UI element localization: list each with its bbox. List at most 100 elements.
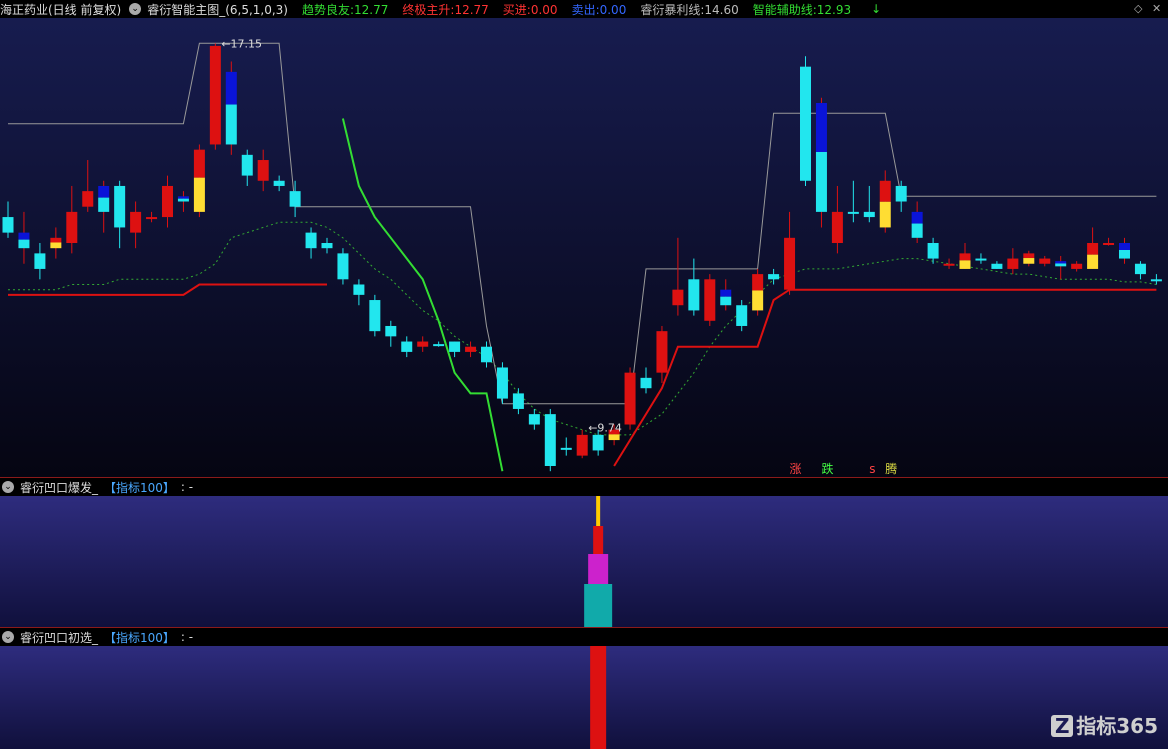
candle-body xyxy=(369,300,381,332)
candle-body xyxy=(257,160,269,181)
candle-body xyxy=(289,191,301,207)
sub1-param: 【指标100】 xyxy=(104,480,175,495)
candle-body xyxy=(433,344,445,347)
candle-body xyxy=(879,201,891,228)
candle-body xyxy=(688,279,700,311)
diamond-icon[interactable]: ◇ xyxy=(1134,2,1142,15)
candle-body xyxy=(592,434,604,451)
indicator-values: 趋势良友:12.77 终极主升:12.77 买进:0.00 卖出:0.00 睿衍暴利线:… xyxy=(302,1,865,18)
chevron-down-icon[interactable]: ⌄ xyxy=(2,631,14,643)
candle-body xyxy=(225,104,237,145)
candle-body xyxy=(2,217,14,233)
candle-body xyxy=(927,243,939,259)
candle-body xyxy=(624,372,636,425)
sub-indicator-1-chart xyxy=(0,496,1168,627)
candle-body xyxy=(1055,261,1067,264)
main-indicator-name[interactable]: 睿衍智能主图_(6,5,1,0,3) xyxy=(147,1,288,18)
candle-body xyxy=(720,289,732,297)
indicator-label: 买进: xyxy=(502,2,531,17)
candle-body xyxy=(273,180,285,186)
candle-body xyxy=(512,393,524,409)
candle-body xyxy=(1039,258,1051,264)
sub2-param: 【指标100】 xyxy=(104,630,175,645)
candle-body xyxy=(1119,243,1130,251)
candle-body xyxy=(895,185,907,202)
signal-label: 腾 xyxy=(885,461,897,476)
logo-text: 指标365 xyxy=(1076,714,1158,738)
indicator-label: 睿衍暴利线: xyxy=(640,2,705,17)
candle-body xyxy=(98,197,110,212)
candle-body xyxy=(353,284,365,295)
candle-body xyxy=(130,211,142,233)
candle-body xyxy=(449,341,461,352)
candle-body xyxy=(1023,253,1035,259)
title-bar: 海正药业(日线 前复权) ⌄ 睿衍智能主图_(6,5,1,0,3) 趋势良友:1… xyxy=(0,0,1168,18)
candle-body xyxy=(50,242,62,249)
candle-body xyxy=(720,296,732,306)
candle-body xyxy=(66,211,78,243)
candle-body xyxy=(146,217,158,220)
candle-body xyxy=(481,346,492,363)
indicator-value: 0.00 xyxy=(599,2,627,17)
candle-body xyxy=(177,198,189,202)
candle-body xyxy=(241,154,253,176)
candle-body xyxy=(465,346,477,352)
price-annotation: ←9.74 xyxy=(588,422,622,435)
candle-body xyxy=(417,341,429,347)
candle-body xyxy=(1023,258,1035,264)
stock-name: 海正药业(日线 前复权) xyxy=(0,2,122,17)
candle-body xyxy=(225,71,237,105)
candle-body xyxy=(98,185,110,198)
candle-body xyxy=(943,263,955,266)
candle-body xyxy=(879,180,891,202)
candle-body xyxy=(736,305,748,326)
indicator-bar xyxy=(588,554,609,584)
sub1-title[interactable]: 睿衍凹口爆发_ xyxy=(20,479,98,496)
candle-body xyxy=(656,331,668,373)
candle-body xyxy=(640,377,652,389)
candle-body xyxy=(672,289,684,306)
arrow-down-icon: ↓ xyxy=(871,2,882,16)
indicator-value: 12.77 xyxy=(354,2,389,17)
candle-body xyxy=(1087,254,1099,269)
close-icon[interactable]: ✕ xyxy=(1152,2,1161,15)
candle-body xyxy=(1055,263,1067,267)
candle-body xyxy=(177,196,189,199)
main-price-chart: ←17.15 ←9.74 涨 跌 s 腾 xyxy=(0,18,1168,477)
sub2-suffix: : - xyxy=(180,630,194,644)
candle-body xyxy=(831,211,843,243)
sub-indicator-2-chart xyxy=(0,646,1168,749)
sub1-title-bar: ⌄ 睿衍凹口爆发_ 【指标100】 : - xyxy=(0,478,1168,496)
price-annotation: ←17.15 xyxy=(221,37,262,50)
candle-body xyxy=(1071,263,1083,269)
candle-body xyxy=(911,223,923,238)
indicator-bar xyxy=(590,646,607,749)
indicator-label: 趋势良友: xyxy=(301,2,355,17)
signal-label: s xyxy=(869,462,875,476)
candle-body xyxy=(1119,250,1130,259)
indicator-value: 12.77 xyxy=(454,2,489,17)
candle-body xyxy=(321,243,333,249)
candle-body xyxy=(752,290,764,311)
chevron-down-icon[interactable]: ⌄ xyxy=(129,3,142,15)
sub1-suffix: : - xyxy=(180,480,194,494)
candle-body xyxy=(975,258,987,261)
logo-mark-icon: Z xyxy=(1051,715,1074,737)
candle-body xyxy=(560,447,572,450)
chevron-down-icon[interactable]: ⌄ xyxy=(2,481,14,493)
candle-body xyxy=(863,211,875,218)
sub2-title[interactable]: 睿衍凹口初选_ xyxy=(20,629,98,646)
candle-body xyxy=(337,253,349,280)
candle-body xyxy=(34,253,46,269)
candle-body xyxy=(193,177,205,212)
candle-body xyxy=(305,232,317,249)
candle-body xyxy=(784,237,796,290)
candle-body xyxy=(959,253,971,261)
candle-body xyxy=(815,151,827,212)
candle-body xyxy=(608,434,620,441)
indicator-bar xyxy=(593,526,604,554)
candle-body xyxy=(193,149,205,178)
candle-body xyxy=(114,185,126,228)
candle-body xyxy=(1134,263,1146,275)
candle-body xyxy=(911,211,923,224)
